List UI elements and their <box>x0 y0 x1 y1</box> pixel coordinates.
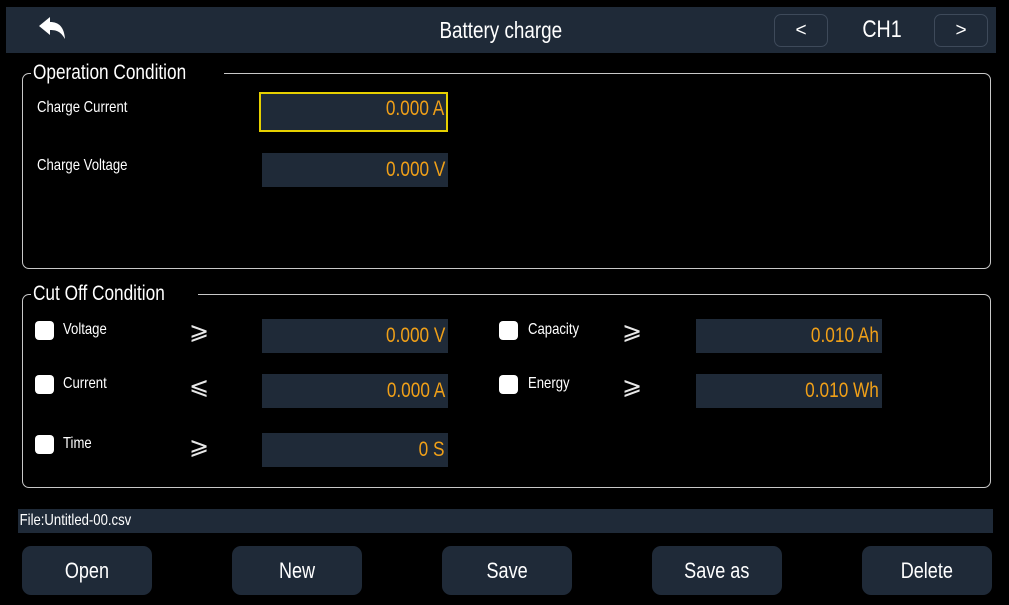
time-checkbox[interactable] <box>35 435 54 454</box>
charge-voltage-label: Charge Voltage <box>37 157 128 174</box>
operation-condition-legend: Operation Condition <box>31 61 224 85</box>
save-button[interactable]: Save <box>442 546 572 595</box>
voltage-label: Voltage <box>63 321 107 338</box>
header-bar: Battery charge < CH1 > <box>6 7 996 53</box>
capacity-cutoff-field[interactable]: 0.010 Ah <box>696 319 882 353</box>
capacity-compare-symbol: ⩾ <box>622 317 643 345</box>
next-channel-label: > <box>955 19 967 41</box>
save-as-button[interactable]: Save as <box>652 546 782 595</box>
capacity-checkbox[interactable] <box>499 321 518 340</box>
energy-label: Energy <box>528 375 570 392</box>
energy-checkbox[interactable] <box>499 375 518 394</box>
prev-channel-button[interactable]: < <box>774 14 828 47</box>
file-name-bar: File:Untitled-00.csv <box>18 509 993 533</box>
charge-voltage-field[interactable]: 0.000 V <box>262 153 448 187</box>
time-label: Time <box>63 435 92 452</box>
next-channel-button[interactable]: > <box>934 14 988 47</box>
energy-cutoff-field[interactable]: 0.010 Wh <box>696 374 882 408</box>
current-compare-symbol: ⩽ <box>189 372 210 400</box>
current-cutoff-field[interactable]: 0.000 A <box>262 374 448 408</box>
voltage-checkbox[interactable] <box>35 321 54 340</box>
new-button[interactable]: New <box>232 546 362 595</box>
top-border <box>0 0 1009 2</box>
operation-condition-group: Operation Condition Charge Current 0.000… <box>22 61 991 269</box>
battery-charge-screen: Battery charge < CH1 > Operation Conditi… <box>0 0 1009 605</box>
back-arrow-icon <box>37 15 67 46</box>
cut-off-condition-group: Cut Off Condition Voltage ⩾ 0.000 V Capa… <box>22 282 991 488</box>
channel-label: CH1 <box>862 16 902 43</box>
prev-channel-label: < <box>795 19 807 41</box>
current-label: Current <box>63 375 107 392</box>
delete-button[interactable]: Delete <box>862 546 992 595</box>
open-button[interactable]: Open <box>22 546 152 595</box>
back-button[interactable] <box>16 10 88 50</box>
current-checkbox[interactable] <box>35 375 54 394</box>
voltage-compare-symbol: ⩾ <box>189 317 210 345</box>
energy-compare-symbol: ⩾ <box>622 372 643 400</box>
charge-current-label: Charge Current <box>37 99 128 116</box>
cut-off-condition-legend: Cut Off Condition <box>31 282 198 306</box>
charge-current-field[interactable]: 0.000 A <box>259 92 448 132</box>
voltage-cutoff-field[interactable]: 0.000 V <box>262 319 448 353</box>
capacity-label: Capacity <box>528 321 580 338</box>
time-compare-symbol: ⩾ <box>189 432 210 460</box>
time-cutoff-field[interactable]: 0 S <box>262 433 448 467</box>
